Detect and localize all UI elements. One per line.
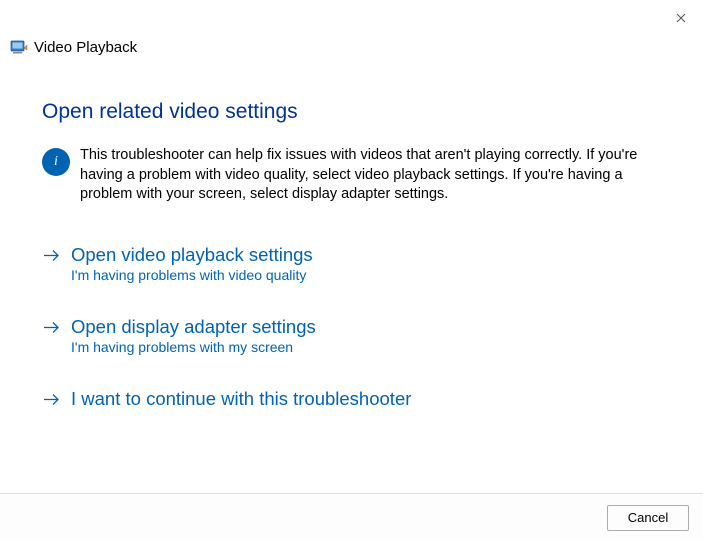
option-subtitle: I'm having problems with my screen: [71, 339, 316, 355]
info-icon: i: [42, 148, 70, 176]
window-title-row: Video Playback: [10, 38, 137, 56]
option-title: I want to continue with this troubleshoo…: [71, 387, 411, 410]
info-text: This troubleshooter can help fix issues …: [80, 146, 663, 205]
option-subtitle: I'm having problems with video quality: [71, 267, 313, 283]
cancel-button[interactable]: Cancel: [607, 505, 689, 531]
arrow-right-icon: [42, 390, 61, 409]
footer-bar: Cancel: [0, 493, 703, 541]
close-button[interactable]: [671, 8, 691, 28]
close-icon: [676, 13, 686, 23]
option-title: Open display adapter settings: [71, 315, 316, 338]
page-heading: Open related video settings: [42, 100, 663, 124]
option-text: I want to continue with this troubleshoo…: [71, 387, 411, 410]
window-title: Video Playback: [34, 39, 137, 56]
arrow-right-icon: [42, 246, 61, 265]
option-video-playback-settings[interactable]: Open video playback settings I'm having …: [42, 241, 663, 285]
option-title: Open video playback settings: [71, 243, 313, 266]
arrow-right-icon: [42, 318, 61, 337]
option-text: Open video playback settings I'm having …: [71, 243, 313, 283]
video-playback-icon: [10, 38, 28, 56]
content-area: Open related video settings i This troub…: [42, 100, 663, 440]
info-row: i This troubleshooter can help fix issue…: [42, 146, 663, 205]
option-continue-troubleshooter[interactable]: I want to continue with this troubleshoo…: [42, 385, 663, 412]
option-text: Open display adapter settings I'm having…: [71, 315, 316, 355]
option-display-adapter-settings[interactable]: Open display adapter settings I'm having…: [42, 313, 663, 357]
